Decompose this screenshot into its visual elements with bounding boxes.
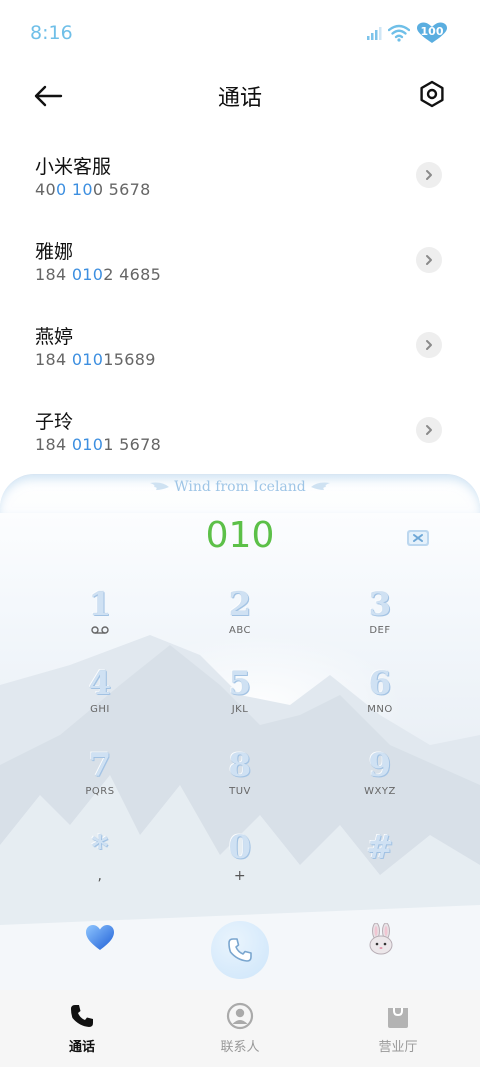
key-digit: 6 (368, 664, 392, 702)
key-digit: 3 (368, 585, 392, 623)
key-9[interactable]: 9 WXYZ (320, 746, 440, 816)
key-hash[interactable]: # (320, 828, 440, 898)
key-letters: DEF (369, 625, 391, 636)
key-letters: PQRS (85, 786, 115, 797)
nav-item-calls[interactable]: 通话 (22, 1002, 142, 1055)
wing-left-icon (149, 482, 169, 490)
key-8[interactable]: 8 TUV (180, 746, 300, 816)
key-digit: 7 (88, 746, 112, 784)
contact-detail-button[interactable] (416, 247, 442, 273)
key-5[interactable]: 5 JKL (180, 664, 300, 734)
key-0[interactable]: 0 + (180, 828, 300, 898)
key-6[interactable]: 6 MNO (320, 664, 440, 734)
contact-item[interactable]: 燕婷 184 01015689 (0, 302, 480, 387)
nav-label: 营业厅 (378, 1040, 418, 1055)
call-button[interactable] (211, 921, 269, 979)
contact-name: 小米客服 (35, 156, 112, 178)
contact-list: 小米客服 400 100 5678 雅娜 184 0102 4685 燕婷 18… (0, 132, 480, 472)
voicemail-icon (91, 626, 109, 634)
key-digit: 9 (368, 746, 392, 784)
key-letters: ABC (228, 625, 251, 636)
key-digit: 2 (228, 585, 252, 623)
battery-level: 100 (420, 25, 444, 38)
contact-number: 400 100 5678 (35, 180, 151, 199)
wifi-icon (388, 24, 410, 42)
key-2[interactable]: 2 ABC (180, 585, 300, 655)
key-digit: 5 (228, 664, 252, 702)
theme-title: Wind from Iceland (174, 479, 306, 495)
key-digit: 8 (228, 746, 252, 784)
contact-item[interactable]: 小米客服 400 100 5678 (0, 132, 480, 217)
contact-detail-button[interactable] (416, 417, 442, 443)
contact-name: 雅娜 (35, 241, 74, 263)
nav-label: 通话 (68, 1040, 95, 1055)
chevron-right-icon (426, 340, 432, 350)
key-letters: , (97, 868, 103, 884)
heart-icon[interactable] (85, 923, 115, 953)
key-7[interactable]: 7 PQRS (40, 746, 160, 816)
header: 通话 (0, 68, 480, 124)
bottom-nav: 通话 联系人 营业厅 (0, 990, 480, 1067)
key-letters: + (233, 868, 247, 884)
theme-banner: Wind from Iceland (0, 479, 480, 495)
chevron-right-icon (426, 425, 432, 435)
nav-item-store[interactable]: 营业厅 (338, 1002, 458, 1055)
key-digit: # (366, 828, 394, 866)
contact-detail-button[interactable] (416, 162, 442, 188)
contact-detail-button[interactable] (416, 332, 442, 358)
contact-icon (226, 1002, 254, 1030)
key-3[interactable]: 3 DEF (320, 585, 440, 655)
contact-number: 184 01015689 (35, 350, 156, 369)
key-digit: * (91, 828, 109, 866)
contact-name: 子玲 (35, 411, 74, 433)
key-letters: TUV (229, 786, 251, 797)
chevron-right-icon (426, 170, 432, 180)
signal-icon (367, 27, 382, 40)
shop-bag-icon (388, 1008, 408, 1028)
contact-number: 184 0102 4685 (35, 265, 162, 284)
key-4[interactable]: 4 GHI (40, 664, 160, 734)
key-star[interactable]: * , (40, 828, 160, 898)
bunny-icon[interactable] (366, 923, 396, 955)
page-title: 通话 (217, 86, 262, 111)
key-digit: 1 (88, 585, 112, 623)
contact-item[interactable]: 雅娜 184 0102 4685 (0, 217, 480, 302)
contact-name: 燕婷 (35, 326, 74, 348)
wing-right-icon (311, 482, 331, 490)
key-digit: 4 (88, 664, 112, 702)
dial-pad: Wind from Iceland 010 1 2 ABC 3 DEF 4 GH… (0, 474, 480, 994)
key-letters: JKL (231, 704, 249, 715)
battery-heart-icon: 100 (416, 22, 448, 44)
key-letters: MNO (367, 704, 393, 715)
contact-number: 184 0101 5678 (35, 435, 162, 454)
key-letters: WXYZ (364, 786, 396, 797)
phone-icon (71, 1005, 93, 1027)
hexagon-settings-icon (420, 80, 444, 108)
status-time: 8:16 (30, 22, 73, 44)
chevron-right-icon (426, 255, 432, 265)
nav-label: 联系人 (220, 1040, 260, 1055)
nav-item-contacts[interactable]: 联系人 (180, 1002, 300, 1055)
backspace-icon[interactable] (406, 527, 430, 549)
status-bar: 8:16 100 (0, 0, 480, 68)
phone-icon (228, 938, 252, 962)
key-letters: GHI (90, 704, 110, 715)
contact-item[interactable]: 子玲 184 0101 5678 (0, 387, 480, 472)
settings-button[interactable] (414, 76, 450, 112)
key-digit: 0 (228, 828, 252, 866)
key-1[interactable]: 1 (40, 585, 160, 655)
status-icons: 100 (366, 22, 448, 44)
